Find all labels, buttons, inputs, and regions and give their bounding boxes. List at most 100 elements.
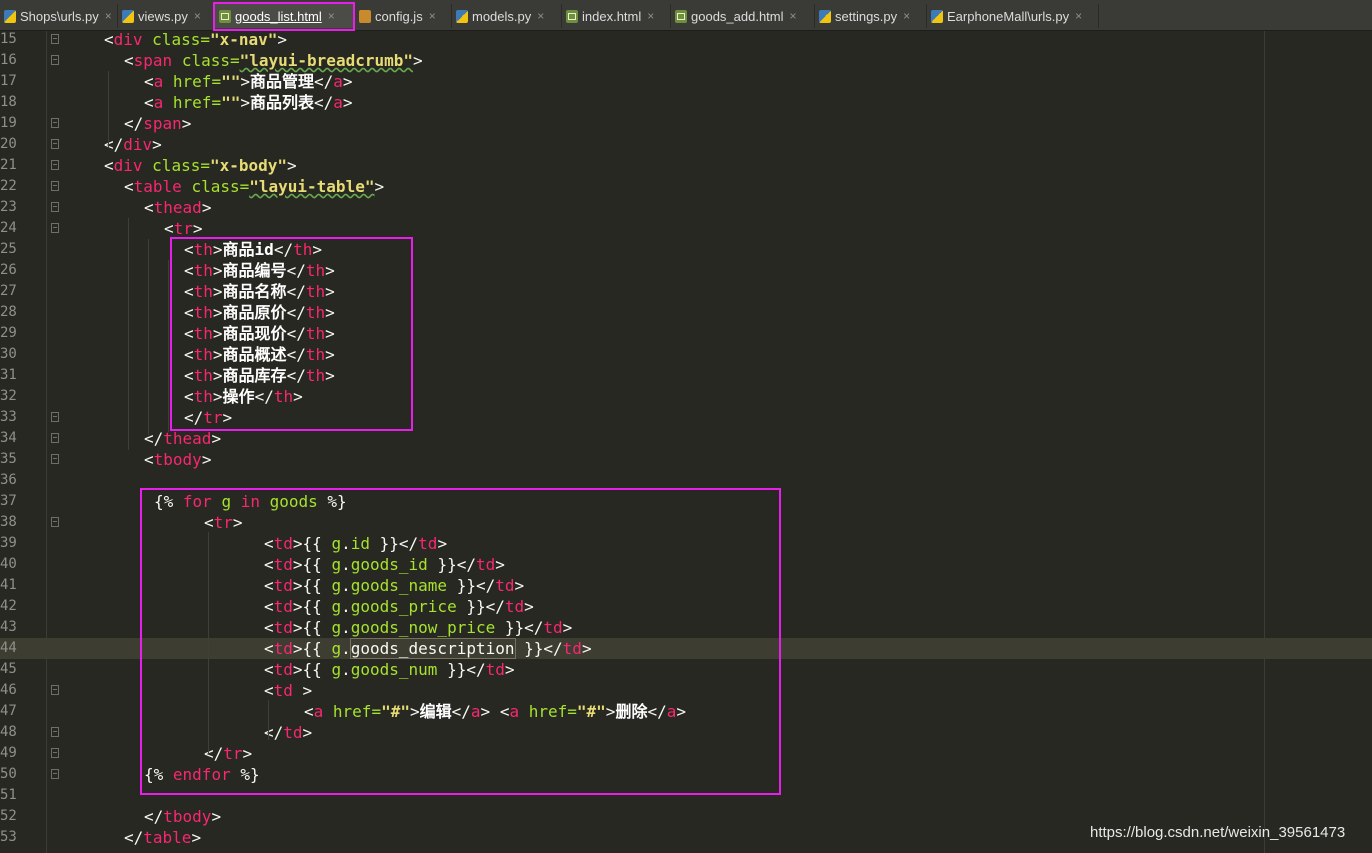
code-line[interactable]: 16 <span class="layui-breadcrumb"> bbox=[0, 50, 1372, 71]
tab-index-html[interactable]: index.html × bbox=[562, 4, 671, 28]
token-punc: </ bbox=[144, 429, 164, 448]
token-tag: div bbox=[113, 30, 153, 49]
token-punc: < bbox=[164, 219, 174, 238]
code-line[interactable]: 18 <a href="">商品列表</a> bbox=[0, 92, 1372, 113]
code-text: </thead> bbox=[144, 428, 221, 449]
html-file-icon bbox=[675, 9, 687, 23]
line-number: 42 bbox=[0, 598, 17, 614]
indent-guide bbox=[108, 71, 109, 148]
token-txt: 商品列表 bbox=[249, 93, 314, 112]
fold-marker-icon[interactable] bbox=[51, 769, 59, 779]
code-text: <a href="">商品列表</a> bbox=[144, 92, 353, 113]
token-tag: tbody bbox=[163, 807, 212, 826]
code-line[interactable]: 15 <div class="x-nav"> bbox=[0, 29, 1372, 50]
token-txt: 商品管理 bbox=[249, 72, 314, 91]
tab-earphonemall-urls-py[interactable]: EarphoneMall\urls.py × bbox=[927, 4, 1099, 28]
code-line[interactable]: 20 </div> bbox=[0, 134, 1372, 155]
fold-marker-icon[interactable] bbox=[51, 748, 59, 758]
fold-marker-icon[interactable] bbox=[51, 160, 59, 170]
line-number: 36 bbox=[0, 472, 17, 488]
code-line[interactable]: 19 </span> bbox=[0, 113, 1372, 134]
close-icon[interactable]: × bbox=[429, 9, 436, 23]
python-file-icon bbox=[122, 9, 134, 23]
fold-marker-icon[interactable] bbox=[51, 223, 59, 233]
token-tag: thead bbox=[163, 429, 212, 448]
line-number: 18 bbox=[0, 94, 17, 110]
close-icon[interactable]: × bbox=[194, 9, 201, 23]
tab-config-js[interactable]: config.js × bbox=[355, 4, 452, 28]
token-str: "layui-breadcrumb" bbox=[239, 51, 413, 70]
fold-marker-icon[interactable] bbox=[51, 139, 59, 149]
code-line[interactable]: 34 </thead> bbox=[0, 428, 1372, 449]
tab-label: models.py bbox=[472, 8, 532, 24]
code-line[interactable]: 35 <tbody> bbox=[0, 449, 1372, 470]
code-line[interactable]: 22 <table class="layui-table"> bbox=[0, 176, 1372, 197]
fold-marker-icon[interactable] bbox=[51, 727, 59, 737]
line-number: 38 bbox=[0, 514, 17, 530]
line-number: 46 bbox=[0, 682, 17, 698]
fold-marker-icon[interactable] bbox=[51, 685, 59, 695]
line-number: 47 bbox=[0, 703, 17, 719]
for-loop-highlight-box bbox=[140, 488, 781, 795]
line-number: 45 bbox=[0, 661, 17, 677]
token-tag: a bbox=[333, 93, 343, 112]
fold-marker-icon[interactable] bbox=[51, 118, 59, 128]
tab-label: index.html bbox=[582, 8, 642, 24]
line-number: 32 bbox=[0, 388, 17, 404]
token-punc: > bbox=[240, 93, 250, 112]
code-line[interactable]: 21 <div class="x-body"> bbox=[0, 155, 1372, 176]
fold-marker-icon[interactable] bbox=[51, 517, 59, 527]
fold-marker-icon[interactable] bbox=[51, 181, 59, 191]
watermark: https://blog.csdn.net/weixin_39561473 bbox=[1090, 824, 1346, 841]
token-str: "" bbox=[221, 72, 241, 91]
token-punc: > bbox=[181, 114, 192, 133]
fold-marker-icon[interactable] bbox=[51, 55, 59, 65]
token-punc: > bbox=[152, 135, 162, 154]
code-text: </span> bbox=[124, 113, 191, 134]
code-line[interactable]: 24 <tr> bbox=[0, 218, 1372, 239]
fold-marker-icon[interactable] bbox=[51, 202, 59, 212]
line-number: 16 bbox=[0, 52, 17, 68]
tab-label: Shops\urls.py bbox=[20, 8, 99, 24]
python-file-icon bbox=[4, 9, 16, 23]
tab-views-py[interactable]: views.py × bbox=[118, 4, 215, 28]
line-number: 37 bbox=[0, 493, 17, 509]
token-punc: </ bbox=[124, 114, 144, 133]
code-line[interactable]: 17 <a href="">商品管理</a> bbox=[0, 71, 1372, 92]
token-punc: </ bbox=[144, 807, 164, 826]
fold-marker-icon[interactable] bbox=[51, 454, 59, 464]
close-icon[interactable]: × bbox=[1075, 9, 1082, 23]
line-number: 17 bbox=[0, 73, 17, 89]
token-punc: < bbox=[124, 177, 134, 196]
token-attr: href= bbox=[172, 93, 222, 112]
line-number: 21 bbox=[0, 157, 17, 173]
code-text: </table> bbox=[124, 827, 201, 848]
tab-label: EarphoneMall\urls.py bbox=[947, 8, 1070, 24]
tab-label: views.py bbox=[138, 8, 188, 24]
close-icon[interactable]: × bbox=[537, 9, 544, 23]
line-number: 29 bbox=[0, 325, 17, 341]
close-icon[interactable]: × bbox=[647, 9, 654, 23]
token-tag: tbody bbox=[153, 450, 202, 469]
tab-goods-add-html[interactable]: goods_add.html × bbox=[671, 4, 815, 28]
token-tag: span bbox=[133, 51, 182, 70]
token-tag: div bbox=[123, 135, 153, 154]
tab-settings-py[interactable]: settings.py × bbox=[815, 4, 927, 28]
fold-marker-icon[interactable] bbox=[51, 412, 59, 422]
token-attr: class= bbox=[152, 156, 210, 175]
code-line[interactable]: 23 <thead> bbox=[0, 197, 1372, 218]
line-number: 49 bbox=[0, 745, 17, 761]
close-icon[interactable]: × bbox=[903, 9, 910, 23]
token-punc: > bbox=[287, 156, 297, 175]
close-icon[interactable]: × bbox=[790, 9, 797, 23]
line-number: 15 bbox=[0, 31, 17, 47]
tab-models-py[interactable]: models.py × bbox=[452, 4, 562, 28]
token-tag: table bbox=[143, 828, 192, 847]
line-number: 25 bbox=[0, 241, 17, 257]
fold-marker-icon[interactable] bbox=[51, 34, 59, 44]
indent-guide bbox=[168, 260, 169, 432]
code-text: </div> bbox=[104, 134, 162, 155]
close-icon[interactable]: × bbox=[105, 9, 112, 23]
tab-shops-urls-py[interactable]: Shops\urls.py × bbox=[0, 4, 118, 28]
fold-marker-icon[interactable] bbox=[51, 433, 59, 443]
